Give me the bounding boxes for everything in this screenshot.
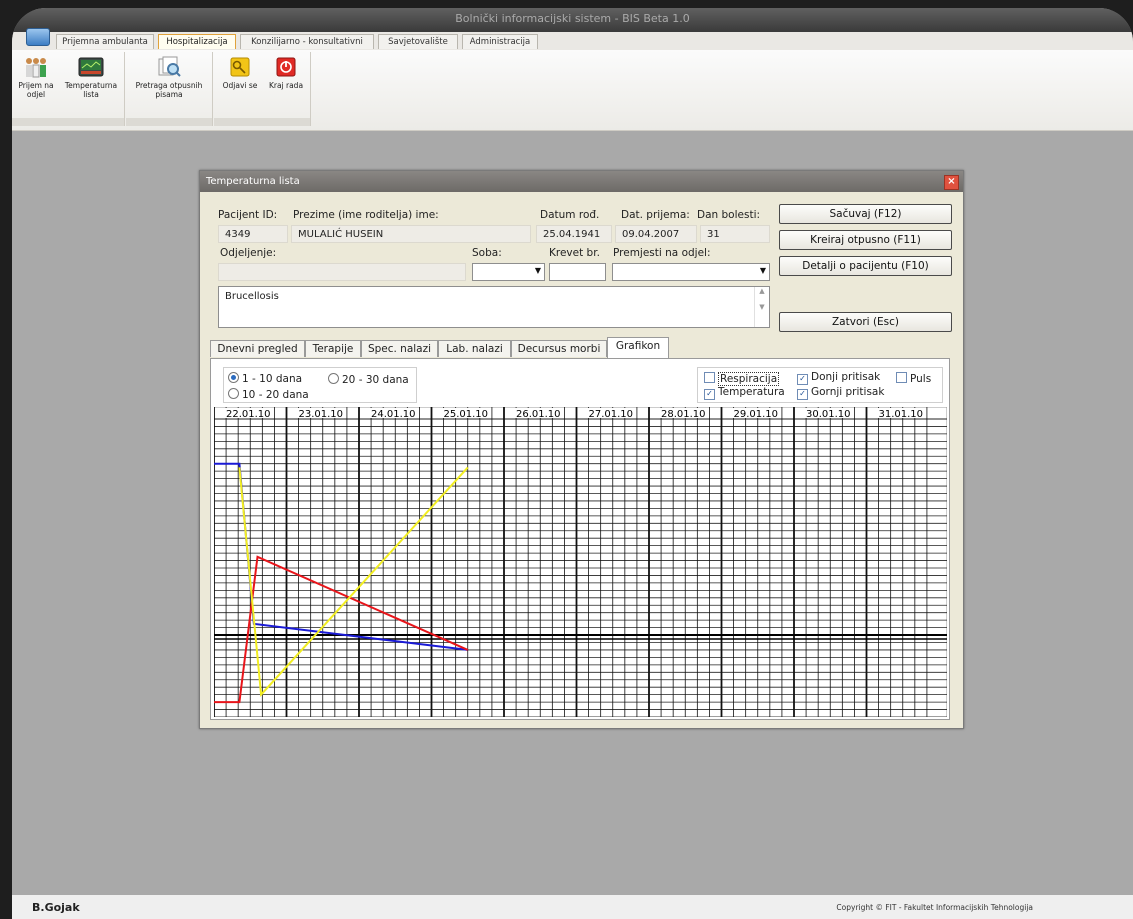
dob-field: 25.04.1941 [536,225,612,243]
window-title: Bolnički informacijski sistem - BIS Beta… [455,12,690,25]
search-discharge-button[interactable]: Pretraga otpusnih pisama [126,56,212,99]
donji-pritisak-checkbox[interactable]: ✓ Donji pritisak [797,371,880,385]
admission-label: Dat. prijema: [621,209,690,221]
range-1-10-radio[interactable]: 1 - 10 dana [228,371,302,385]
dialog-title: Temperaturna lista [200,171,963,192]
menu-tab-konzilijarno[interactable]: Konzilijarno - konsultativni [240,34,374,49]
ribbon-group-session: Odjavi se Kraj rada [214,52,311,126]
diagnosis-textarea[interactable]: Brucellosis ▲ ▼ [218,286,770,328]
footer-user: B.Gojak [32,901,80,914]
chevron-down-icon: ▼ [759,266,766,275]
department-field [218,263,466,281]
tab-dnevni-pregled[interactable]: Dnevni pregled [210,340,305,357]
footer-copyright: Copyright © FIT - Fakultet Informacijski… [836,903,1033,912]
status-bar: B.Gojak Copyright © FIT - Fakultet Infor… [12,895,1133,919]
tab-spec-nalazi[interactable]: Spec. nalazi [361,340,438,357]
title-bar: Bolnički informacijski sistem - BIS Beta… [12,8,1133,32]
temperature-list-label: Temperaturna lista [64,81,118,99]
x-tick-label: 31.01.10 [879,409,924,420]
people-icon [23,56,49,78]
diagnosis-text: Brucellosis [225,291,279,302]
x-tick-label: 25.01.10 [444,409,489,420]
x-tick-label: 24.01.10 [371,409,416,420]
illness-day-field: 31 [700,225,770,243]
search-discharge-label: Pretraga otpusnih pisama [135,81,203,99]
patient-name-field: MULALIĆ HUSEIN [291,225,531,243]
ribbon-group-search: Pretraga otpusnih pisama [126,52,213,126]
save-button[interactable]: Sačuvaj (F12) [779,204,952,224]
bed-input[interactable] [549,263,606,281]
key-icon [227,56,253,78]
menu-tab-savjetovaliste[interactable]: Savjetovalište [378,34,458,49]
exit-button[interactable]: Kraj rada [264,56,308,90]
admission-field: 09.04.2007 [615,225,697,243]
transfer-select[interactable]: ▼ [612,263,770,281]
puls-checkbox[interactable]: Puls [896,371,931,385]
menu-tab-prijemna[interactable]: Prijemna ambulanta [56,34,154,49]
chart-tab-panel: 1 - 10 dana 20 - 30 dana 10 - 20 dana Re… [210,358,950,720]
search-documents-icon [156,56,182,78]
ribbon: Prijem na odjel Temperaturna lista Pretr… [12,50,1133,131]
x-tick-label: 29.01.10 [734,409,779,420]
temperatura-checkbox[interactable]: ✓ Temperatura [704,386,785,400]
menu-tabs: Prijemna ambulanta Hospitalizacija Konzi… [12,32,1133,51]
chart-background [214,407,947,717]
gornji-pritisak-checkbox[interactable]: ✓ Gornji pritisak [797,386,884,400]
admit-button[interactable]: Prijem na odjel [12,56,60,99]
tab-decursus-morbi[interactable]: Decursus morbi [511,340,607,357]
range-10-20-radio[interactable]: 10 - 20 dana [228,387,309,401]
range-20-30-radio[interactable]: 20 - 30 dana [328,372,409,386]
transfer-label: Premjesti na odjel: [613,247,711,259]
chevron-down-icon: ▼ [534,266,541,275]
patient-details-button[interactable]: Detalji o pacijentu (F10) [779,256,952,276]
tab-grafikon[interactable]: Grafikon [607,337,669,358]
x-tick-label: 22.01.10 [226,409,271,420]
temperature-list-button[interactable]: Temperaturna lista [60,56,122,99]
illness-day-label: Dan bolesti: [697,209,761,221]
tab-terapije[interactable]: Terapije [305,340,361,357]
admit-label: Prijem na odjel [18,81,54,99]
patient-id-label: Pacijent ID: [218,209,278,221]
department-label: Odjeljenje: [220,247,277,259]
range-options-group: 1 - 10 dana 20 - 30 dana 10 - 20 dana [223,367,417,403]
power-icon [273,56,299,78]
room-select[interactable]: ▼ [472,263,545,281]
temperature-list-dialog: Temperaturna lista × Pacijent ID: Prezim… [199,170,964,729]
x-tick-label: 26.01.10 [516,409,561,420]
close-button[interactable]: Zatvori (Esc) [779,312,952,332]
logout-button[interactable]: Odjavi se [216,56,264,90]
close-icon[interactable]: × [944,175,959,190]
series-toggles-group: Respiracija ✓ Donji pritisak Puls ✓ Temper… [697,367,943,403]
app-logo-icon [26,28,50,46]
ribbon-group-patient: Prijem na odjel Temperaturna lista [12,52,125,126]
respiracija-checkbox[interactable]: Respiracija [704,371,780,386]
temperature-chart: 22.01.10 23.01.10 24.01.10 25.01.10 26.01.10… [214,407,947,717]
patient-name-label: Prezime (ime roditelja) ime: [293,209,439,221]
x-tick-label: 30.01.10 [806,409,851,420]
menu-tab-hospitalizacija[interactable]: Hospitalizacija [158,34,236,49]
x-tick-label: 28.01.10 [661,409,706,420]
monitor-chart-icon [78,56,104,78]
tab-lab-nalazi[interactable]: Lab. nalazi [438,340,511,357]
bed-label: Krevet br. [549,247,600,259]
x-tick-label: 27.01.10 [589,409,634,420]
room-label: Soba: [472,247,502,259]
menu-tab-administracija[interactable]: Administracija [462,34,538,49]
patient-id-field: 4349 [218,225,288,243]
exit-label: Kraj rada [268,81,304,90]
create-discharge-button[interactable]: Kreiraj otpusno (F11) [779,230,952,250]
x-tick-label: 23.01.10 [299,409,344,420]
dob-label: Datum rođ. [540,209,600,221]
logout-label: Odjavi se [222,81,258,90]
scrollbar[interactable]: ▲ ▼ [754,287,769,327]
